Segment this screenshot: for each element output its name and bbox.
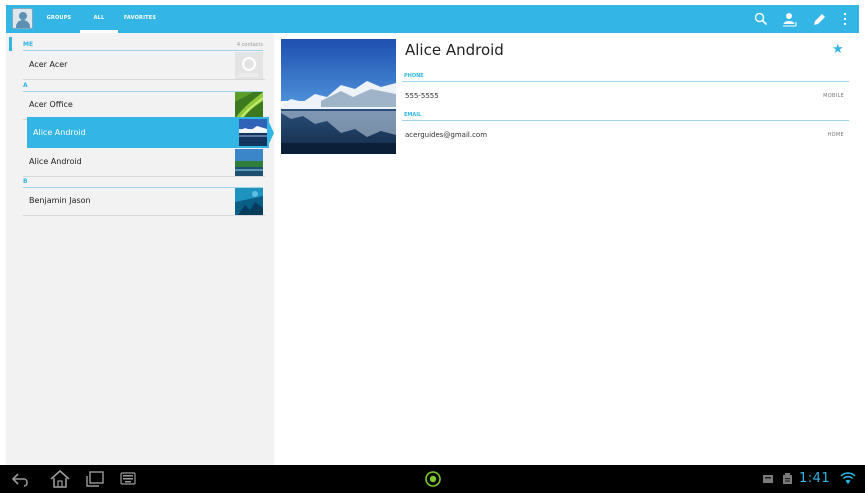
default-avatar-icon bbox=[235, 52, 263, 79]
phone-number: 555-5555 bbox=[405, 92, 439, 100]
app-launcher-icon[interactable] bbox=[424, 470, 442, 488]
email-section-header: EMAIL bbox=[402, 110, 849, 121]
list-item[interactable]: Benjamin Jason bbox=[23, 187, 265, 216]
section-header-me: ME 4 contacts bbox=[23, 40, 263, 51]
list-item-selected[interactable]: Alice Android bbox=[27, 117, 269, 148]
email-row[interactable]: acerguides@gmail.com HOME bbox=[405, 128, 849, 142]
contact-name: Alice Android bbox=[29, 157, 82, 166]
add-contact-icon[interactable] bbox=[781, 10, 799, 28]
wifi-icon bbox=[840, 472, 856, 484]
contact-count: 4 contacts bbox=[236, 42, 263, 48]
scroll-indicator bbox=[9, 37, 12, 51]
star-icon[interactable]: ★ bbox=[832, 42, 844, 57]
search-icon[interactable] bbox=[752, 10, 770, 28]
list-item[interactable]: Alice Android bbox=[23, 148, 265, 177]
tab-all[interactable]: ALL bbox=[80, 5, 118, 33]
edit-icon[interactable] bbox=[810, 10, 828, 28]
email-type: HOME bbox=[827, 132, 844, 138]
contact-photo-large bbox=[281, 39, 396, 154]
contact-name: Acer Acer bbox=[29, 60, 68, 69]
notification-icon[interactable] bbox=[762, 474, 774, 484]
contact-photo-landscape bbox=[235, 149, 263, 176]
phone-row[interactable]: 555-5555 MOBILE bbox=[405, 89, 849, 103]
status-clock: 1:41 bbox=[799, 471, 831, 486]
action-bar: GROUPS ALL FAVORITES bbox=[6, 5, 859, 33]
contact-name: Benjamin Jason bbox=[29, 196, 91, 205]
list-item[interactable]: Acer Office bbox=[23, 91, 265, 120]
contact-photo-underwater bbox=[235, 188, 263, 215]
system-bar: 1:41 bbox=[0, 465, 865, 493]
contact-name: Acer Office bbox=[29, 100, 73, 109]
back-icon[interactable] bbox=[10, 470, 32, 488]
contacts-app-icon[interactable] bbox=[12, 8, 33, 29]
tab-favorites[interactable]: FAVORITES bbox=[120, 5, 160, 33]
tab-all-label: ALL bbox=[93, 15, 105, 21]
list-item-me[interactable]: Acer Acer bbox=[23, 51, 265, 80]
contact-detail-name: Alice Android bbox=[405, 41, 504, 59]
tab-groups[interactable]: GROUPS bbox=[40, 5, 78, 33]
recent-apps-icon[interactable] bbox=[85, 470, 105, 488]
clipboard-icon[interactable] bbox=[782, 473, 793, 485]
phone-type: MOBILE bbox=[823, 93, 844, 99]
contact-name: Alice Android bbox=[33, 128, 86, 137]
overflow-menu-icon[interactable] bbox=[836, 10, 854, 28]
contact-photo-glacier bbox=[239, 119, 267, 146]
contact-photo-leaf bbox=[235, 92, 263, 119]
phone-section-header: PHONE bbox=[402, 71, 849, 82]
section-header-label: ME bbox=[23, 41, 34, 48]
email-address: acerguides@gmail.com bbox=[405, 131, 488, 139]
selection-arrow bbox=[267, 118, 274, 148]
home-icon[interactable] bbox=[49, 469, 71, 489]
keyboard-icon[interactable] bbox=[120, 472, 136, 485]
